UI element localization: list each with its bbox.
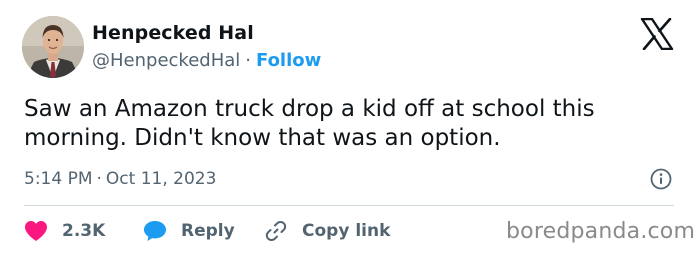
timestamp[interactable]: 5:14 PM · Oct 11, 2023 (24, 169, 216, 189)
copy-link-label: Copy link (302, 221, 391, 241)
watermark: boredpanda.com (506, 219, 696, 244)
like-count: 2.3K (62, 221, 106, 241)
display-name[interactable]: Henpecked Hal (92, 22, 254, 44)
like-button[interactable]: 2.3K (24, 219, 105, 243)
handle-row: @HenpeckedHal · Follow (92, 50, 321, 71)
copy-link-button[interactable]: Copy link (264, 219, 390, 243)
tweet-time: 5:14 PM (24, 169, 93, 189)
speech-bubble-icon (144, 221, 166, 241)
follow-button[interactable]: Follow (256, 50, 321, 71)
x-logo-icon[interactable] (640, 18, 674, 50)
avatar-image (22, 16, 84, 78)
info-icon[interactable] (650, 168, 672, 190)
separator-dot: · (245, 50, 251, 71)
tweet-date: Oct 11, 2023 (105, 169, 217, 189)
tweet-card: Henpecked Hal @HenpeckedHal · Follow Saw a… (0, 0, 700, 257)
handle[interactable]: @HenpeckedHal (92, 50, 240, 71)
reply-label: Reply (181, 221, 235, 241)
separator-dot: · (96, 169, 102, 189)
reply-button[interactable]: Reply (143, 219, 235, 243)
tweet-text: Saw an Amazon truck drop a kid off at sc… (24, 96, 595, 151)
avatar[interactable] (22, 16, 84, 78)
link-icon (265, 220, 287, 242)
divider (24, 205, 674, 206)
heart-icon (25, 221, 47, 241)
